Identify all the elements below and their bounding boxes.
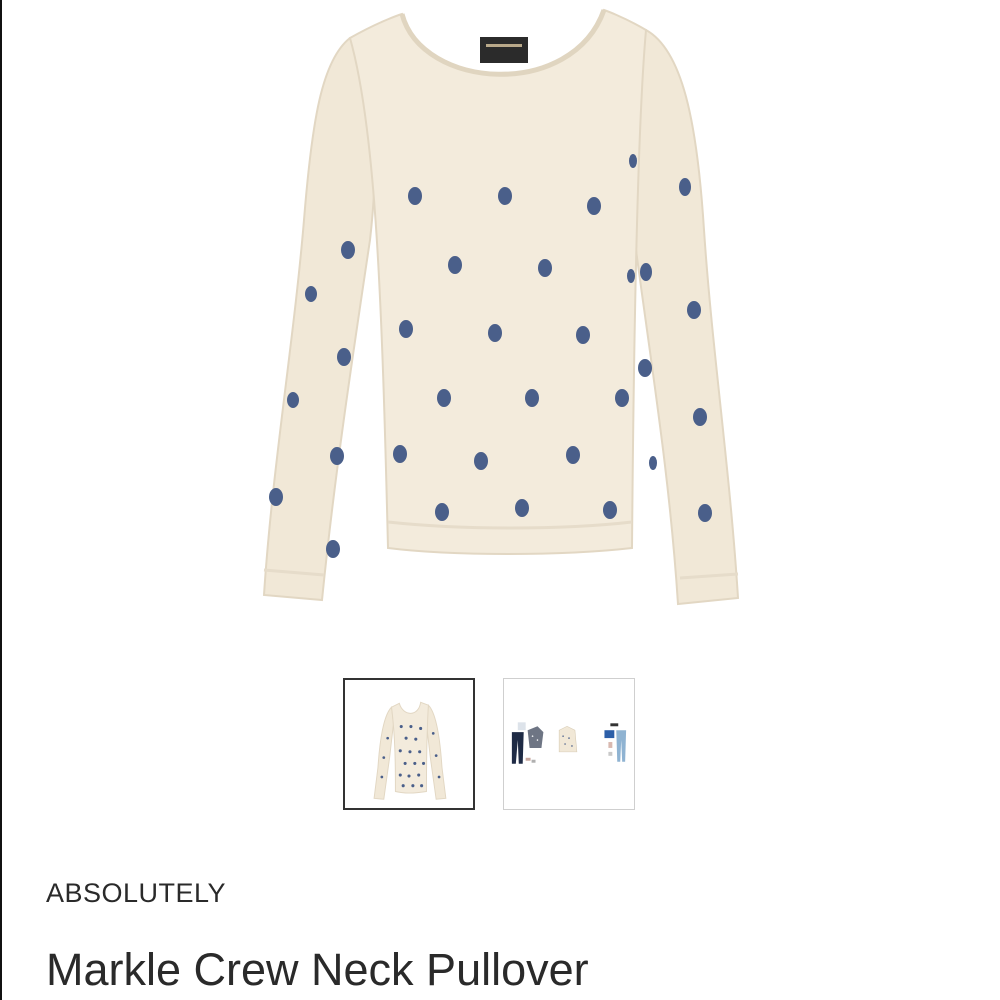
image-gallery-thumbnails	[343, 678, 643, 814]
sweater-thumbnail-icon	[373, 701, 447, 800]
outfit-thumbnail-icon	[511, 722, 627, 764]
product-brand: ABSOLUTELY	[46, 878, 227, 908]
polka-dot-sweater-image	[262, 8, 740, 606]
product-main-image	[242, 0, 762, 620]
thumbnail-outfit[interactable]	[503, 678, 635, 810]
product-page: ABSOLUTELY Markle Crew Neck Pullover	[0, 0, 1000, 1000]
product-title: Markle Crew Neck Pullover	[46, 944, 589, 995]
thumbnail-sweater[interactable]	[343, 678, 475, 810]
